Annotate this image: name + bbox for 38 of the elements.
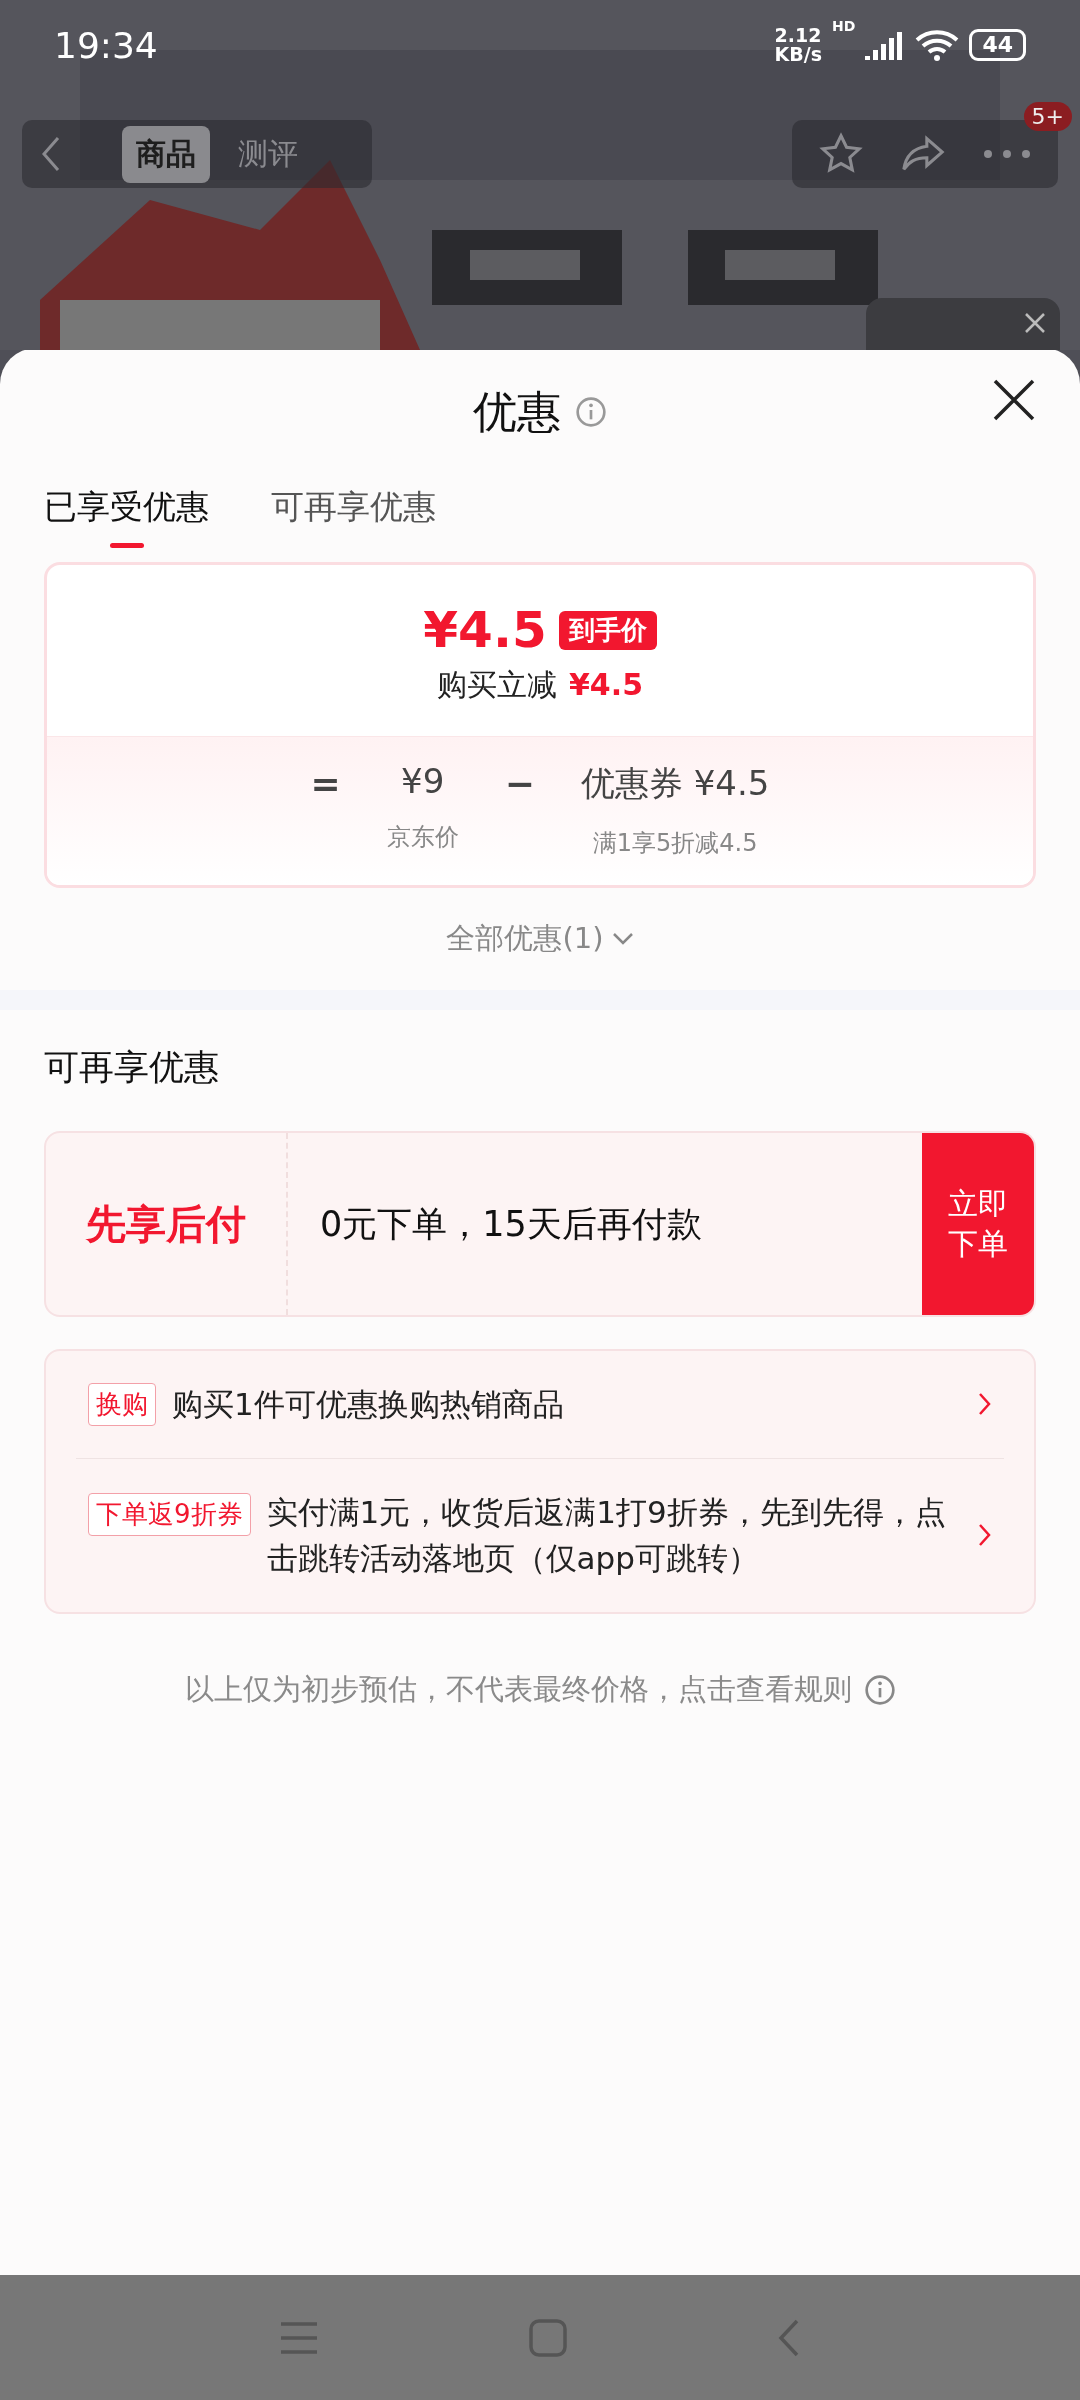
battery-level: 44 [969,29,1026,61]
term-caption: 满1享5折减4.5 [592,828,758,859]
info-icon[interactable] [863,1673,896,1706]
more-icon[interactable] [982,148,1032,160]
network-speed: 2.12 [774,26,823,45]
order-now-button[interactable]: 立即下单 [922,1133,1034,1315]
promo-text[interactable]: 实付满1元，收货后返满1打9折券，先到先得，点击跳转活动落地页（仅app可跳转） [266,1488,962,1582]
operator-sign: − [504,763,535,804]
discount-label: 购买立减 [437,666,557,704]
final-price: ¥4.5 [423,601,547,659]
tab[interactable]: 可再享优惠 [271,476,436,548]
all-offers-link[interactable]: 全部优惠(1) [440,918,640,960]
info-icon[interactable] [575,396,607,428]
discount-amount: ¥4.5 [569,667,643,702]
price-tag: 到手价 [558,610,657,650]
price-term: ¥9 [401,761,445,801]
disclaimer-text[interactable]: 以上仅为初步预估，不代表最终价格，点击查看规则 [184,1669,852,1710]
pay-later-label: 先享后付 [46,1133,288,1315]
close-icon[interactable] [992,378,1036,422]
section-title: 可再享优惠 [44,1046,220,1089]
nav-tab[interactable]: 商品 [122,125,210,183]
chevron-down-icon [611,932,634,946]
close-icon[interactable] [1024,312,1046,334]
promo-text[interactable]: 购买1件可优惠换购热销商品 [172,1381,962,1428]
wifi-icon [915,28,960,62]
chevron-right-icon[interactable] [978,1522,992,1548]
sheet-title: 优惠 [473,384,561,439]
pay-later-text: 0元下单，15天后再付款 [319,1202,703,1246]
tab[interactable]: 已享受优惠 [44,476,209,548]
network-speed-unit: KB/s [774,45,823,64]
promo-tag: 下单返9折券 [88,1492,251,1536]
promo-tag: 换购 [88,1382,156,1426]
price-term: 优惠券 ¥4.5 [580,762,770,805]
term-caption: 京东价 [386,822,459,853]
operator-sign: = [310,763,341,804]
nav-tab[interactable]: 测评 [224,125,312,183]
status-time: 19:34 [54,24,158,66]
network-label: HD [832,18,856,34]
